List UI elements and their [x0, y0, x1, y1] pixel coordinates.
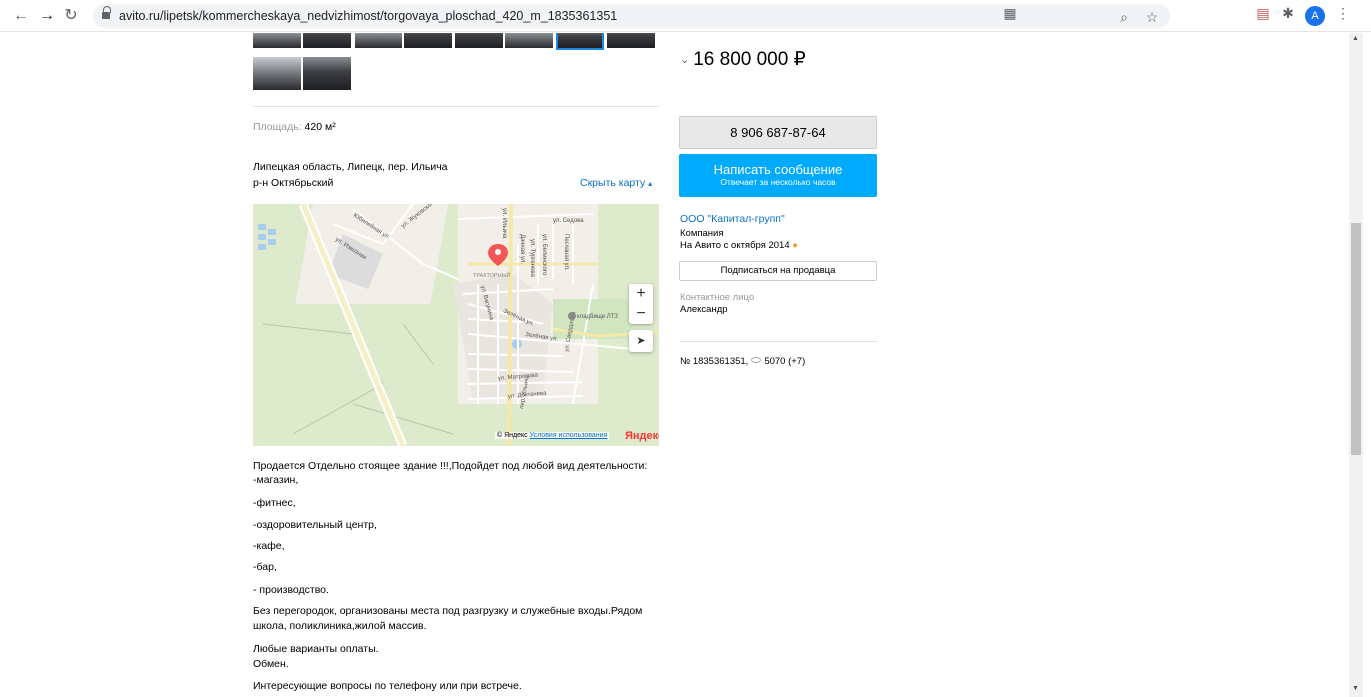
bookmark-star-icon[interactable]: ☆	[1142, 9, 1162, 26]
area-value: 420 м²	[304, 121, 336, 133]
price-value: 16 800 000 ₽	[693, 49, 806, 70]
gallery-thumbnail[interactable]	[253, 57, 301, 90]
map-street-label: ул. Белинского	[541, 234, 547, 276]
translate-icon[interactable]: ▦	[1000, 5, 1020, 22]
ad-number: № 1835361351,	[680, 356, 749, 367]
description-line: -оздоровительный центр,	[253, 519, 377, 531]
url-text: avito.ru/lipetsk/kommercheskaya_nedvizhi…	[119, 9, 618, 23]
gallery-thumbnail[interactable]	[303, 33, 351, 48]
reload-icon[interactable]: ↻	[62, 7, 80, 25]
map-street-label: Песчаная ул.	[563, 234, 569, 271]
menu-dots-icon[interactable]: ⋮	[1333, 5, 1353, 22]
divider	[680, 341, 877, 342]
profile-avatar[interactable]: A	[1305, 6, 1325, 26]
ad-meta: № 1835361351, 5070 (+7)	[680, 355, 805, 368]
scroll-up-icon[interactable]: ▲	[1352, 35, 1359, 42]
map-poi-label: кладбище ЛТЗ	[577, 314, 618, 320]
write-message-button[interactable]: Написать сообщение Отвечает за несколько…	[679, 154, 877, 197]
map-district-label: ТРАКТОРНЫЙ	[473, 271, 510, 279]
map-terms-link[interactable]: Условия использования	[530, 432, 608, 439]
chevron-down-icon[interactable]: ⌄	[680, 54, 689, 66]
map-zoom-control: + −	[629, 284, 653, 324]
subscribe-seller-button[interactable]: Подписаться на продавца	[679, 261, 877, 281]
map-street-label: Дачная ул.	[519, 234, 525, 264]
description-line: Продается Отдельно стоящее здание !!!,По…	[253, 460, 648, 472]
gallery-thumbnail[interactable]	[303, 57, 351, 90]
district: р-н Октябрьский	[253, 177, 334, 189]
area-row: Площадь: 420 м²	[253, 121, 336, 134]
gallery-thumbnail-selected[interactable]	[556, 33, 604, 50]
description-line: Любые варианты оплаты.	[253, 643, 379, 655]
gallery-thumbnail[interactable]	[455, 33, 503, 48]
back-icon[interactable]: ←	[12, 7, 30, 25]
view-count: 5070 (+7)	[764, 356, 806, 367]
description-line: школа, поликлиника,жилой массив.	[253, 620, 427, 632]
extensions-puzzle-icon[interactable]: ✱	[1278, 5, 1298, 22]
price: ⌄ 16 800 000 ₽	[680, 48, 806, 71]
yandex-logo: Яндекс	[625, 430, 659, 442]
gallery-thumbnail[interactable]	[505, 33, 553, 48]
gallery-thumbnail[interactable]	[355, 33, 402, 48]
page-content: Площадь: 420 м² Липецкая область, Липецк…	[0, 33, 1349, 697]
seller-since-text: На Авито с октября 2014	[680, 240, 790, 251]
forward-icon[interactable]: →	[38, 7, 56, 25]
lock-icon	[102, 6, 111, 20]
description-line: Обмен.	[253, 658, 289, 670]
location-map[interactable]: ул. Жуковского Юбилейная ул. ул. Извозна…	[253, 204, 659, 446]
map-canvas: ул. Жуковского Юбилейная ул. ул. Извозна…	[258, 204, 659, 446]
chevron-up-icon: ▴	[648, 179, 653, 188]
map-street-label: ул. Тургенева	[529, 239, 535, 277]
response-time: Отвечает за несколько часов	[720, 177, 836, 187]
gallery-thumbnail[interactable]	[607, 33, 655, 48]
gallery-thumbnail[interactable]	[253, 33, 301, 48]
zoom-icon[interactable]: ⌕	[1114, 9, 1134, 26]
seller-name-link[interactable]: ООО "Капитал-групп"	[680, 213, 785, 226]
description-line: -магазин,	[253, 474, 299, 486]
hide-map-link[interactable]: Скрыть карту ▴	[580, 177, 652, 190]
page-scrollbar[interactable]: ▲ ▼	[1349, 33, 1363, 697]
seller-since: На Авито с октября 2014 ●	[680, 239, 798, 252]
scrollbar-thumb[interactable]	[1351, 223, 1361, 455]
eye-icon	[751, 357, 762, 363]
zoom-out-icon[interactable]: −	[629, 304, 653, 324]
hide-map-label: Скрыть карту	[580, 177, 646, 189]
pdf-extension-icon[interactable]: ▤	[1253, 5, 1273, 22]
medal-icon: ●	[792, 240, 798, 251]
map-copyright-text: © Яндекс	[497, 432, 528, 439]
description-line: -фитнес,	[253, 497, 296, 509]
description-line: -бар,	[253, 561, 277, 573]
gallery-thumbnail[interactable]	[404, 33, 452, 48]
write-message-label: Написать сообщение	[713, 162, 843, 177]
map-copyright: © Яндекс Условия использования	[495, 432, 610, 439]
geolocation-icon[interactable]: ➤	[629, 330, 653, 352]
scroll-down-icon[interactable]: ▼	[1352, 685, 1359, 692]
map-street-label: ул. Ильича	[501, 208, 507, 239]
description-line: Без перегородок, организованы места под …	[253, 605, 643, 617]
divider	[253, 106, 659, 107]
area-label: Площадь:	[253, 121, 302, 133]
phone-button[interactable]: 8 906 687-87-64	[679, 116, 877, 149]
description-line: Интересующие вопросы по телефону или при…	[253, 680, 522, 692]
zoom-in-icon[interactable]: +	[629, 284, 653, 304]
description-line: -кафе,	[253, 540, 285, 552]
description-line: - производство.	[253, 584, 329, 596]
cemetery-poi-icon	[568, 312, 576, 320]
address-line: Липецкая область, Липецк, пер. Ильича	[253, 161, 448, 173]
browser-toolbar: ← → ↻ avito.ru/lipetsk/kommercheskaya_ne…	[0, 0, 1371, 32]
map-street-label: ул. Седова	[553, 218, 584, 224]
contact-name: Александр	[680, 304, 728, 315]
